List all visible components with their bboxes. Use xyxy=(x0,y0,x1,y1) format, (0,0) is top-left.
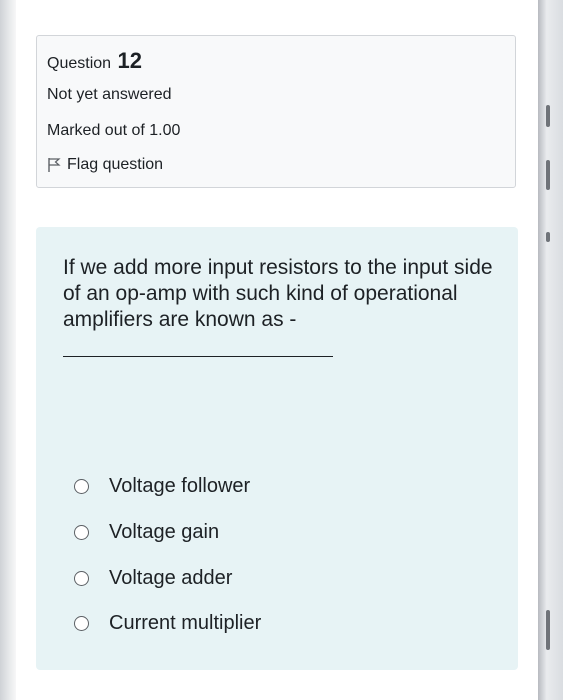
marks-info: Marked out of 1.00 xyxy=(47,122,181,139)
question-number: 12 xyxy=(117,48,142,73)
screen-edge-left xyxy=(0,0,16,700)
question-text: If we add more input resistors to the in… xyxy=(63,256,493,331)
option-label: Voltage adder xyxy=(109,567,233,589)
radio-button[interactable] xyxy=(74,479,89,494)
radio-button[interactable] xyxy=(74,525,89,540)
answer-option[interactable]: Voltage gain xyxy=(74,521,219,544)
edge-mark xyxy=(546,105,550,127)
question-label: Question xyxy=(47,55,112,72)
answer-status: Not yet answered xyxy=(47,86,172,103)
flag-question-link[interactable]: Flag question xyxy=(47,156,163,174)
question-info-panel: Question 12 Not yet answered Marked out … xyxy=(36,35,516,188)
answer-option[interactable]: Voltage follower xyxy=(74,475,250,498)
quiz-page: Question 12 Not yet answered Marked out … xyxy=(16,0,538,700)
radio-button[interactable] xyxy=(74,571,89,586)
edge-mark xyxy=(546,232,550,242)
option-label: Current multiplier xyxy=(109,612,262,634)
edge-mark xyxy=(546,160,550,190)
flag-question-label: Flag question xyxy=(67,156,164,173)
answer-option[interactable]: Voltage adder xyxy=(74,567,232,590)
answer-blank-line xyxy=(63,356,333,358)
edge-mark xyxy=(546,610,550,650)
question-heading: Question 12 xyxy=(47,48,142,74)
radio-button[interactable] xyxy=(74,616,89,631)
question-content: If we add more input resistors to the in… xyxy=(36,227,518,670)
option-label: Voltage follower xyxy=(109,475,251,497)
answer-option[interactable]: Current multiplier xyxy=(74,612,261,635)
option-label: Voltage gain xyxy=(109,521,220,543)
flag-icon xyxy=(48,158,61,172)
screen-edge-right xyxy=(538,0,563,700)
